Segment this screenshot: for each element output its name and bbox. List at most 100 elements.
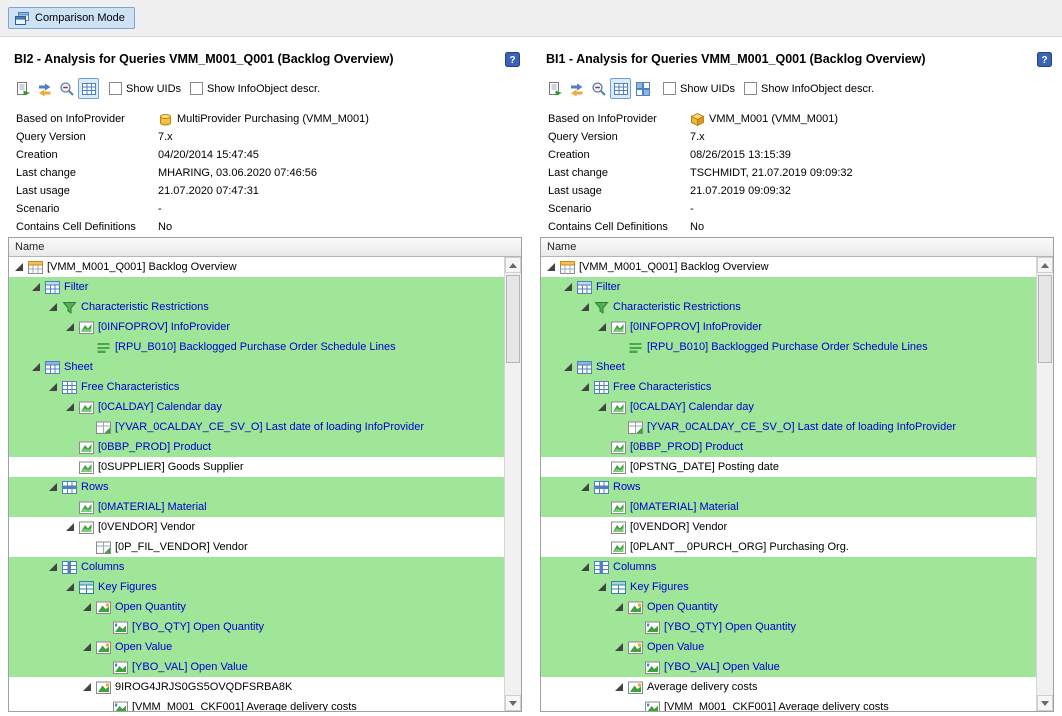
expander-icon[interactable] bbox=[563, 282, 574, 293]
tree-row[interactable]: Key Figures bbox=[541, 577, 1036, 597]
tree-row[interactable]: [YBO_VAL] Open Value bbox=[9, 657, 504, 677]
tree-row[interactable]: [0PLANT__0PURCH_ORG] Purchasing Org. bbox=[541, 537, 1036, 557]
scroll-up-button[interactable] bbox=[1037, 257, 1053, 273]
expander-icon[interactable] bbox=[65, 402, 76, 413]
checkbox-box[interactable] bbox=[663, 82, 676, 95]
scrollbar-thumb[interactable] bbox=[1038, 275, 1052, 363]
expander-icon[interactable] bbox=[65, 582, 76, 593]
scroll-up-button[interactable] bbox=[505, 257, 521, 273]
expander-icon[interactable] bbox=[563, 362, 574, 373]
expander-icon[interactable] bbox=[65, 522, 76, 533]
tree-row[interactable]: [0INFOPROV] InfoProvider bbox=[9, 317, 504, 337]
tree-row[interactable]: [YBO_VAL] Open Value bbox=[541, 657, 1036, 677]
tree-row[interactable]: Characteristic Restrictions bbox=[541, 297, 1036, 317]
tree-row[interactable]: Open Quantity bbox=[541, 597, 1036, 617]
exchange-button[interactable] bbox=[566, 78, 587, 99]
tree-row[interactable]: 9IROG4JRJS0GS5OVQDFSRBA8K bbox=[9, 677, 504, 697]
checkbox-box[interactable] bbox=[109, 82, 122, 95]
expander-icon[interactable] bbox=[597, 402, 608, 413]
tree-row[interactable]: [VMM_M001_CKF001] Average delivery costs bbox=[541, 697, 1036, 711]
topbar: Comparison Mode bbox=[0, 0, 1062, 37]
tree-item-label: [VMM_M001_Q001] Backlog Overview bbox=[579, 261, 775, 273]
tree-row[interactable]: [VMM_M001_Q001] Backlog Overview bbox=[9, 257, 504, 277]
tree-row[interactable]: Columns bbox=[9, 557, 504, 577]
tree-row[interactable]: Average delivery costs bbox=[541, 677, 1036, 697]
scrollbar-thumb[interactable] bbox=[506, 275, 520, 363]
tree-row[interactable]: Key Figures bbox=[9, 577, 504, 597]
scrollbar-track[interactable] bbox=[505, 273, 521, 695]
tree-row[interactable]: [RPU_B010] Backlogged Purchase Order Sch… bbox=[541, 337, 1036, 357]
grid-view-button[interactable] bbox=[610, 78, 631, 99]
comparison-mode-button[interactable]: Comparison Mode bbox=[8, 7, 135, 29]
tree-row[interactable]: Free Characteristics bbox=[9, 377, 504, 397]
expander-icon[interactable] bbox=[614, 682, 625, 693]
expander-icon[interactable] bbox=[580, 302, 591, 313]
zoom-out-button[interactable] bbox=[588, 78, 609, 99]
tree-row[interactable]: [0P_FIL_VENDOR] Vendor bbox=[9, 537, 504, 557]
expander-icon[interactable] bbox=[65, 322, 76, 333]
tree-row[interactable]: Characteristic Restrictions bbox=[9, 297, 504, 317]
tree-row[interactable]: [VMM_M001_CKF001] Average delivery costs bbox=[9, 697, 504, 711]
expander-icon[interactable] bbox=[48, 302, 59, 313]
tree-row[interactable]: Free Characteristics bbox=[541, 377, 1036, 397]
zoom-out-button[interactable] bbox=[56, 78, 77, 99]
tree-row[interactable]: Sheet bbox=[9, 357, 504, 377]
expander-icon[interactable] bbox=[580, 482, 591, 493]
tree-row[interactable]: [0BBP_PROD] Product bbox=[541, 437, 1036, 457]
checkbox-box[interactable] bbox=[190, 82, 203, 95]
expander-icon[interactable] bbox=[546, 262, 557, 273]
tree-row[interactable]: [0BBP_PROD] Product bbox=[9, 437, 504, 457]
tree-row[interactable]: Filter bbox=[9, 277, 504, 297]
query-doc-button[interactable] bbox=[12, 78, 33, 99]
tree-row[interactable]: [0VENDOR] Vendor bbox=[9, 517, 504, 537]
properties-list: Based on InfoProviderMultiProvider Purch… bbox=[8, 110, 522, 236]
tree-row[interactable]: [RPU_B010] Backlogged Purchase Order Sch… bbox=[9, 337, 504, 357]
tree-row[interactable]: Open Value bbox=[541, 637, 1036, 657]
tree-row[interactable]: [0VENDOR] Vendor bbox=[541, 517, 1036, 537]
tree-row[interactable]: [0SUPPLIER] Goods Supplier bbox=[9, 457, 504, 477]
help-button[interactable]: ? bbox=[505, 52, 520, 67]
tree-row[interactable]: [YVAR_0CALDAY_CE_SV_O] Last date of load… bbox=[541, 417, 1036, 437]
tree-row[interactable]: Open Quantity bbox=[9, 597, 504, 617]
expander-icon[interactable] bbox=[82, 682, 93, 693]
expander-icon[interactable] bbox=[48, 382, 59, 393]
expander-icon[interactable] bbox=[597, 322, 608, 333]
expander-icon[interactable] bbox=[48, 562, 59, 573]
tree-row[interactable]: [0PSTNG_DATE] Posting date bbox=[541, 457, 1036, 477]
tree-row[interactable]: [0MATERIAL] Material bbox=[541, 497, 1036, 517]
tree-row[interactable]: [YBO_QTY] Open Quantity bbox=[541, 617, 1036, 637]
expander-icon[interactable] bbox=[614, 642, 625, 653]
expander-icon[interactable] bbox=[82, 602, 93, 613]
scroll-down-button[interactable] bbox=[505, 695, 521, 711]
tree-row[interactable]: Rows bbox=[9, 477, 504, 497]
tree-row[interactable]: Open Value bbox=[9, 637, 504, 657]
tree-row[interactable]: [0INFOPROV] InfoProvider bbox=[541, 317, 1036, 337]
expander-icon[interactable] bbox=[31, 282, 42, 293]
expander-icon[interactable] bbox=[31, 362, 42, 373]
tree-row[interactable]: [VMM_M001_Q001] Backlog Overview bbox=[541, 257, 1036, 277]
tree-row[interactable]: [YVAR_0CALDAY_CE_SV_O] Last date of load… bbox=[9, 417, 504, 437]
help-button[interactable]: ? bbox=[1037, 52, 1052, 67]
tree-row[interactable]: [YBO_QTY] Open Quantity bbox=[9, 617, 504, 637]
expander-icon[interactable] bbox=[580, 562, 591, 573]
grid-view-button[interactable] bbox=[78, 78, 99, 99]
expander-icon[interactable] bbox=[48, 482, 59, 493]
scrollbar-track[interactable] bbox=[1037, 273, 1053, 695]
scroll-down-button[interactable] bbox=[1037, 695, 1053, 711]
tree-row[interactable]: [0CALDAY] Calendar day bbox=[9, 397, 504, 417]
tree-row[interactable]: [0MATERIAL] Material bbox=[9, 497, 504, 517]
expander-icon[interactable] bbox=[14, 262, 25, 273]
tree-row[interactable]: Filter bbox=[541, 277, 1036, 297]
expander-icon[interactable] bbox=[597, 582, 608, 593]
checkbox-box[interactable] bbox=[744, 82, 757, 95]
expander-icon[interactable] bbox=[614, 602, 625, 613]
detail-view-button[interactable] bbox=[632, 78, 653, 99]
expander-icon[interactable] bbox=[580, 382, 591, 393]
tree-row[interactable]: [0CALDAY] Calendar day bbox=[541, 397, 1036, 417]
expander-icon[interactable] bbox=[82, 642, 93, 653]
exchange-button[interactable] bbox=[34, 78, 55, 99]
query-doc-button[interactable] bbox=[544, 78, 565, 99]
tree-row[interactable]: Sheet bbox=[541, 357, 1036, 377]
tree-row[interactable]: Columns bbox=[541, 557, 1036, 577]
tree-row[interactable]: Rows bbox=[541, 477, 1036, 497]
